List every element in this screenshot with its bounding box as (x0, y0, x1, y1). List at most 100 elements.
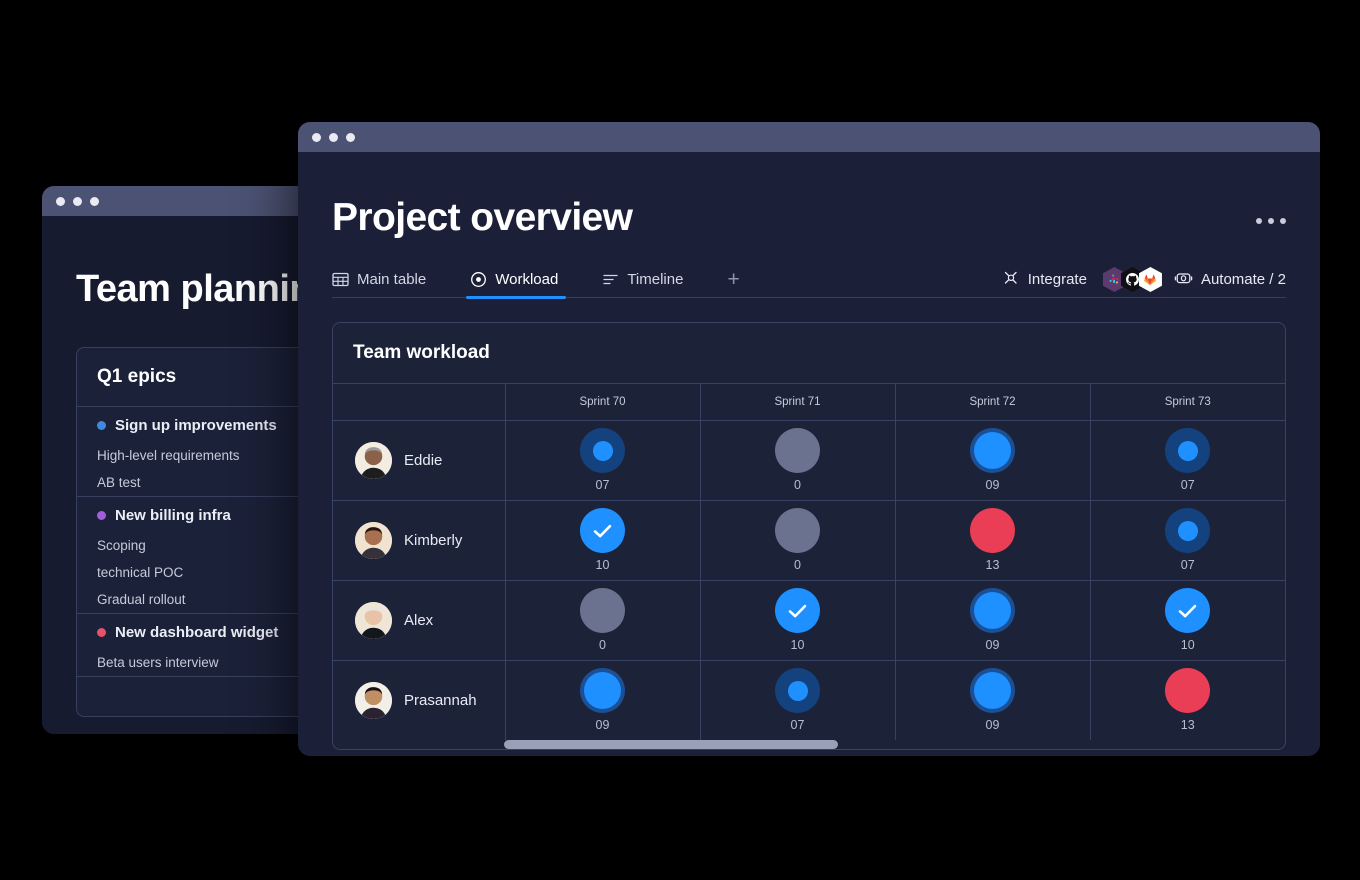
workload-bubble-active[interactable] (970, 668, 1015, 713)
column-header-sprint: Sprint 70 (505, 384, 700, 420)
table-row: Alex 0 10 09 (333, 580, 1285, 660)
page-header: Project overview (332, 152, 1286, 240)
workload-cell-value: 07 (1181, 559, 1195, 572)
target-circle-icon (470, 271, 487, 288)
bubble-core (788, 681, 808, 701)
workload-bubble-partial[interactable] (1165, 428, 1210, 473)
add-view-button[interactable]: + (727, 269, 739, 290)
workload-cell[interactable]: 09 (505, 660, 700, 740)
person-name: Alex (404, 612, 433, 629)
table-row: Eddie 07 0 09 07 (333, 420, 1285, 500)
workload-cell[interactable]: 09 (895, 660, 1090, 740)
integrate-icon (1002, 269, 1020, 291)
workload-cell[interactable]: 07 (505, 420, 700, 500)
workload-bubble-active[interactable] (580, 668, 625, 713)
workload-cell[interactable]: 07 (700, 660, 895, 740)
person-cell: Eddie (333, 420, 505, 500)
workload-table: Sprint 70 Sprint 71 Sprint 72 Sprint 73 … (333, 384, 1285, 740)
workload-cell-value: 0 (794, 559, 801, 572)
column-header-sprint: Sprint 72 (895, 384, 1090, 420)
workload-cell[interactable]: 07 (1090, 420, 1285, 500)
workload-bubble-empty[interactable] (580, 588, 625, 633)
workload-cell[interactable]: 13 (1090, 660, 1285, 740)
table-row: Kimberly 10 0 13 07 (333, 500, 1285, 580)
more-options-button[interactable] (1256, 196, 1286, 224)
team-workload-card: Team workload Sprint 70 Sprint 71 Sprint… (332, 322, 1286, 750)
workload-bubble-overloaded[interactable] (970, 508, 1015, 553)
window-dot-minimize[interactable] (329, 133, 338, 142)
workload-table-body: Eddie 07 0 09 07 Kim (333, 420, 1285, 740)
window-dot-maximize[interactable] (346, 133, 355, 142)
timeline-lines-icon (602, 271, 619, 288)
bubble-core (974, 432, 1011, 469)
tabbar-actions: Integrate (1002, 267, 1286, 292)
workload-bubble-active[interactable] (970, 428, 1015, 473)
github-icon (1126, 273, 1139, 286)
workload-bubble-partial[interactable] (775, 668, 820, 713)
bubble-core (584, 672, 621, 709)
column-header-person (333, 384, 505, 420)
tab-label: Timeline (627, 271, 683, 288)
avatar-alex[interactable] (355, 602, 392, 639)
workload-cell[interactable]: 0 (505, 580, 700, 660)
tab-main-table[interactable]: Main table (332, 262, 426, 298)
automate-button[interactable]: Automate / 2 (1174, 269, 1286, 291)
avatar-prasannah[interactable] (355, 682, 392, 719)
workload-cell-value: 10 (1181, 639, 1195, 652)
status-bullet-icon (97, 628, 106, 637)
window-dot-maximize[interactable] (90, 197, 99, 206)
bubble-core (1178, 441, 1198, 461)
tab-label: Main table (357, 271, 426, 288)
slack-icon (1109, 274, 1120, 285)
workload-cell[interactable]: 09 (895, 580, 1090, 660)
gitlab-icon (1144, 274, 1156, 286)
epic-label: New dashboard widget (115, 624, 278, 641)
workload-bubble-overloaded[interactable] (1165, 668, 1210, 713)
kebab-dot-icon (1280, 218, 1286, 224)
table-grid-icon (332, 271, 349, 288)
workload-cell-value: 09 (986, 479, 1000, 492)
workload-cell[interactable]: 10 (700, 580, 895, 660)
workload-cell[interactable]: 07 (1090, 500, 1285, 580)
tab-timeline[interactable]: Timeline (602, 262, 683, 298)
front-window-body: Project overview Main table (298, 152, 1320, 750)
window-dot-close[interactable] (312, 133, 321, 142)
bubble-core (974, 592, 1011, 629)
kebab-dot-icon (1268, 218, 1274, 224)
workload-cell[interactable]: 0 (700, 420, 895, 500)
workload-bubble-active[interactable] (970, 588, 1015, 633)
workload-cell[interactable]: 09 (895, 420, 1090, 500)
horizontal-scrollbar-track[interactable] (333, 740, 1285, 749)
workload-bubble-done[interactable] (580, 508, 625, 553)
status-bullet-icon (97, 421, 106, 430)
workload-bubble-empty[interactable] (775, 508, 820, 553)
avatar-eddie[interactable] (355, 442, 392, 479)
workload-cell-value: 09 (986, 719, 1000, 732)
workload-cell-value: 10 (596, 559, 610, 572)
person-name: Eddie (404, 452, 442, 469)
tab-workload[interactable]: Workload (470, 262, 558, 298)
avatar-kimberly[interactable] (355, 522, 392, 559)
person-cell: Alex (333, 580, 505, 660)
integrate-label: Integrate (1028, 271, 1087, 288)
workload-bubble-done[interactable] (775, 588, 820, 633)
window-dot-minimize[interactable] (73, 197, 82, 206)
tab-label: Workload (495, 271, 558, 288)
gitlab-badge[interactable] (1139, 267, 1162, 292)
workload-bubble-done[interactable] (1165, 588, 1210, 633)
workload-cell[interactable]: 13 (895, 500, 1090, 580)
integrate-button[interactable]: Integrate (1002, 269, 1087, 291)
workload-cell[interactable]: 10 (505, 500, 700, 580)
workload-bubble-partial[interactable] (1165, 508, 1210, 553)
workload-cell-value: 07 (1181, 479, 1195, 492)
horizontal-scrollbar-thumb[interactable] (504, 740, 837, 749)
workload-cell[interactable]: 10 (1090, 580, 1285, 660)
workload-bubble-empty[interactable] (775, 428, 820, 473)
workload-cell[interactable]: 0 (700, 500, 895, 580)
person-name: Prasannah (404, 692, 477, 709)
column-header-sprint: Sprint 73 (1090, 384, 1285, 420)
table-row: Prasannah 09 07 09 13 (333, 660, 1285, 740)
person-name: Kimberly (404, 532, 462, 549)
workload-bubble-partial[interactable] (580, 428, 625, 473)
window-dot-close[interactable] (56, 197, 65, 206)
